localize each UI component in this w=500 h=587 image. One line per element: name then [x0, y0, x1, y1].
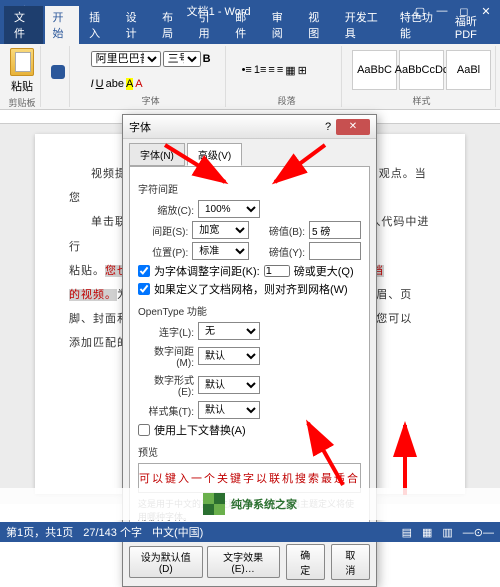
section-spacing: 字符间距 [138, 181, 361, 196]
context-alt-checkbox[interactable] [138, 424, 150, 436]
ok-button[interactable]: 确定 [286, 544, 325, 580]
tab-review[interactable]: 审阅 [264, 6, 299, 44]
group-styles: AaBbC AaBbCcDc AaBl 样式 [348, 46, 496, 107]
italic-button[interactable]: I [91, 78, 94, 90]
view-print-icon[interactable]: ▦ [422, 526, 432, 539]
group-label-para: 段落 [278, 94, 296, 107]
group-font: 阿里巴巴普… 三号 B I U abe A A 字体 [76, 46, 226, 107]
watermark: 纯净系统之家 [0, 488, 500, 520]
strike-button[interactable]: abe [106, 78, 124, 90]
group-bluetooth [47, 46, 70, 107]
position-label: 位置(P): [138, 244, 188, 259]
style-heading1[interactable]: AaBl [446, 50, 491, 90]
kerning-unit: 磅或更大(Q) [294, 263, 354, 279]
kerning-value-input[interactable] [264, 265, 290, 277]
group-label-clipboard: 剪贴板 [8, 96, 35, 109]
paste-label: 粘贴 [11, 78, 33, 94]
ligatures-select[interactable]: 无 [198, 322, 260, 340]
group-label-bt [57, 97, 60, 107]
watermark-text: 纯净系统之家 [231, 496, 297, 512]
zoom-slider[interactable]: —⊙— [463, 526, 494, 539]
cancel-button[interactable]: 取消 [331, 544, 370, 580]
tab-design[interactable]: 设计 [118, 6, 153, 44]
spacing-select[interactable]: 加宽 [192, 221, 248, 239]
view-web-icon[interactable]: ▥ [442, 526, 452, 539]
dialog-tab-font[interactable]: 字体(N) [129, 143, 185, 166]
tab-references[interactable]: 引用 [191, 6, 226, 44]
spacing-label: 间距(S): [138, 223, 188, 238]
dialog-tabs: 字体(N) 高级(V) [123, 139, 376, 166]
numbering-button[interactable]: 1≡ [254, 64, 267, 76]
dialog-buttons: 设为默认值(D) 文字效果(E)… 确定 取消 [123, 538, 376, 586]
numspacing-label: 数字间距(M): [138, 343, 194, 369]
bullets-button[interactable]: •≡ [242, 64, 252, 76]
tab-home[interactable]: 开始 [45, 6, 80, 44]
status-bar: 第1页，共1页 27/143 个字 中文(中国) ▤ ▦ ▥ —⊙— [0, 522, 500, 542]
position-select[interactable]: 标准 [192, 242, 248, 260]
set-default-button[interactable]: 设为默认值(D) [129, 546, 203, 578]
spacing-pt-input[interactable] [309, 221, 361, 239]
styleset-select[interactable]: 默认 [198, 401, 260, 419]
kerning-label: 为字体调整字间距(K): [154, 263, 260, 279]
dialog-help-icon[interactable]: ? [320, 121, 336, 133]
view-read-icon[interactable]: ▤ [402, 526, 412, 539]
group-clipboard: 粘贴 剪贴板 [4, 46, 41, 107]
status-language[interactable]: 中文(中国) [152, 524, 203, 540]
section-preview: 预览 [138, 444, 361, 459]
bold-button[interactable]: B [203, 53, 211, 65]
dialog-title: 字体 [129, 119, 320, 135]
spacing-pt-label: 磅值(B): [266, 223, 306, 238]
tab-pdf[interactable]: 福昕PDF [447, 10, 500, 44]
status-page[interactable]: 第1页，共1页 [6, 524, 73, 540]
dialog-close-icon[interactable]: ✕ [336, 119, 370, 135]
bluetooth-icon[interactable] [51, 65, 65, 79]
font-highlight-button[interactable]: A [126, 78, 133, 90]
scale-label: 缩放(C): [138, 202, 194, 217]
tab-dev[interactable]: 开发工具 [337, 6, 390, 44]
context-alt-label: 使用上下文替换(A) [154, 422, 246, 438]
font-color-button[interactable]: A [135, 78, 142, 90]
tab-file[interactable]: 文件 [4, 6, 43, 44]
align-center-button[interactable]: ≡ [277, 64, 283, 76]
group-paragraph: •≡ 1≡ ≡ ≡ ▦ ⊞ 段落 [232, 46, 342, 107]
style-heading[interactable]: AaBbC [352, 50, 397, 90]
ligatures-label: 连字(L): [138, 324, 194, 339]
borders-button[interactable]: ⊞ [298, 64, 307, 77]
grid-align-label: 如果定义了文档网格，则对齐到网格(W) [154, 281, 348, 297]
underline-button[interactable]: U [96, 78, 104, 90]
grid-align-checkbox[interactable] [138, 283, 150, 295]
section-opentype: OpenType 功能 [138, 303, 361, 318]
group-label-style: 样式 [412, 94, 430, 107]
status-words[interactable]: 27/143 个字 [83, 524, 142, 540]
ribbon-tabs: 文件 开始 插入 设计 布局 引用 邮件 审阅 视图 开发工具 特色功能 福昕P… [0, 22, 500, 44]
group-label-font: 字体 [142, 94, 160, 107]
paste-button[interactable]: 粘贴 [8, 46, 36, 96]
watermark-logo-icon [203, 493, 225, 515]
position-pt-input[interactable] [309, 242, 361, 260]
tab-acrobat[interactable]: 特色功能 [392, 6, 445, 44]
font-name-select[interactable]: 阿里巴巴普… [91, 51, 161, 67]
scale-select[interactable]: 100% [198, 200, 260, 218]
tab-insert[interactable]: 插入 [81, 6, 116, 44]
kerning-checkbox[interactable] [138, 265, 150, 277]
tab-mailings[interactable]: 邮件 [227, 6, 262, 44]
numspacing-select[interactable]: 默认 [198, 347, 260, 365]
tab-layout[interactable]: 布局 [154, 6, 189, 44]
dialog-titlebar[interactable]: 字体 ? ✕ [123, 115, 376, 139]
paste-icon [10, 48, 34, 76]
styleset-label: 样式集(T): [138, 403, 194, 418]
font-size-select[interactable]: 三号 [163, 51, 201, 67]
align-left-button[interactable]: ≡ [268, 64, 274, 76]
numform-label: 数字形式(E): [138, 372, 194, 398]
dialog-tab-advanced[interactable]: 高级(V) [187, 143, 242, 166]
numform-select[interactable]: 默认 [198, 376, 260, 394]
dialog-body: 字符间距 缩放(C): 100% 间距(S): 加宽 磅值(B): 位置(P):… [129, 166, 370, 532]
tab-view[interactable]: 视图 [300, 6, 335, 44]
position-pt-label: 磅值(Y): [266, 244, 306, 259]
style-normal[interactable]: AaBbCcDc [399, 50, 444, 90]
shading-button[interactable]: ▦ [285, 64, 295, 77]
ribbon: 粘贴 剪贴板 阿里巴巴普… 三号 B I U abe A A 字体 •≡ 1≡ … [0, 44, 500, 110]
text-effects-button[interactable]: 文字效果(E)… [207, 546, 280, 578]
